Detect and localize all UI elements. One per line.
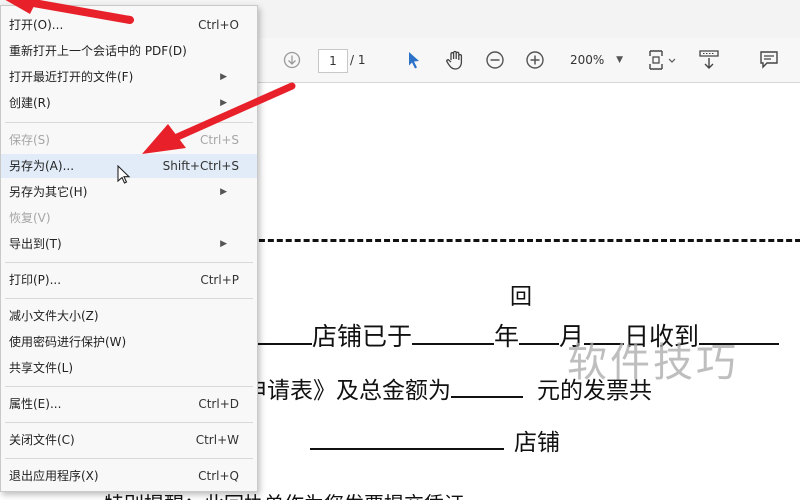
menu-item-export-to[interactable]: 导出到(T) ▶: [1, 232, 257, 256]
page-total: / 1: [350, 53, 366, 67]
doc-heading: 回: [510, 285, 533, 310]
file-menu: 打开(O)... Ctrl+O 重新打开上一个会话中的 PDF(D) 打开最近打…: [0, 5, 258, 492]
dash-divider: [250, 239, 800, 242]
chevron-down-icon: ▼: [616, 55, 623, 65]
mouse-pointer-icon: [117, 164, 131, 189]
submenu-arrow-icon: ▶: [220, 239, 227, 249]
menu-separator: [5, 262, 253, 263]
menu-item-recent-files[interactable]: 打开最近打开的文件(F) ▶: [1, 65, 257, 89]
zoom-level-select[interactable]: 200% ▼: [563, 49, 627, 71]
menu-item-print[interactable]: 打印(P)... Ctrl+P: [1, 268, 257, 292]
submenu-arrow-icon: ▶: [220, 187, 227, 197]
menu-item-share-file[interactable]: 共享文件(L): [1, 356, 257, 380]
hand-icon[interactable]: [442, 38, 468, 82]
menu-item-close-file[interactable]: 关闭文件(C) Ctrl+W: [1, 428, 257, 452]
submenu-arrow-icon: ▶: [220, 72, 227, 82]
page-number-input[interactable]: 1: [318, 49, 348, 73]
menu-separator: [5, 122, 253, 123]
down-circle-icon[interactable]: [280, 38, 304, 82]
zoom-level-value: 200%: [570, 53, 605, 67]
doc-line-4: 店铺: [310, 423, 560, 457]
menu-separator: [5, 458, 253, 459]
menu-item-revert[interactable]: 恢复(V): [1, 206, 257, 230]
menu-item-open[interactable]: 打开(O)... Ctrl+O: [1, 13, 257, 37]
select-arrow-icon[interactable]: [402, 38, 426, 82]
menu-item-exit[interactable]: 退出应用程序(X) Ctrl+Q: [1, 464, 257, 488]
submenu-arrow-icon: ▶: [220, 98, 227, 108]
watermark: 软件技巧: [567, 340, 739, 386]
zoom-in-icon[interactable]: [523, 38, 547, 82]
menu-separator: [5, 298, 253, 299]
menu-item-create[interactable]: 创建(R) ▶: [1, 91, 257, 115]
menu-separator: [5, 422, 253, 423]
comment-icon[interactable]: [756, 38, 782, 82]
menu-item-password-protect[interactable]: 使用密码进行保护(W): [1, 330, 257, 354]
menu-separator: [5, 386, 253, 387]
menu-item-reduce-size[interactable]: 减小文件大小(Z): [1, 304, 257, 328]
menu-item-reopen-session[interactable]: 重新打开上一个会话中的 PDF(D): [1, 39, 257, 63]
menu-item-properties[interactable]: 属性(E)... Ctrl+D: [1, 392, 257, 416]
scroll-icon[interactable]: [695, 38, 723, 82]
zoom-out-icon[interactable]: [483, 38, 507, 82]
fit-page-icon[interactable]: [645, 38, 679, 82]
menu-item-save[interactable]: 保存(S) Ctrl+S: [1, 128, 257, 152]
